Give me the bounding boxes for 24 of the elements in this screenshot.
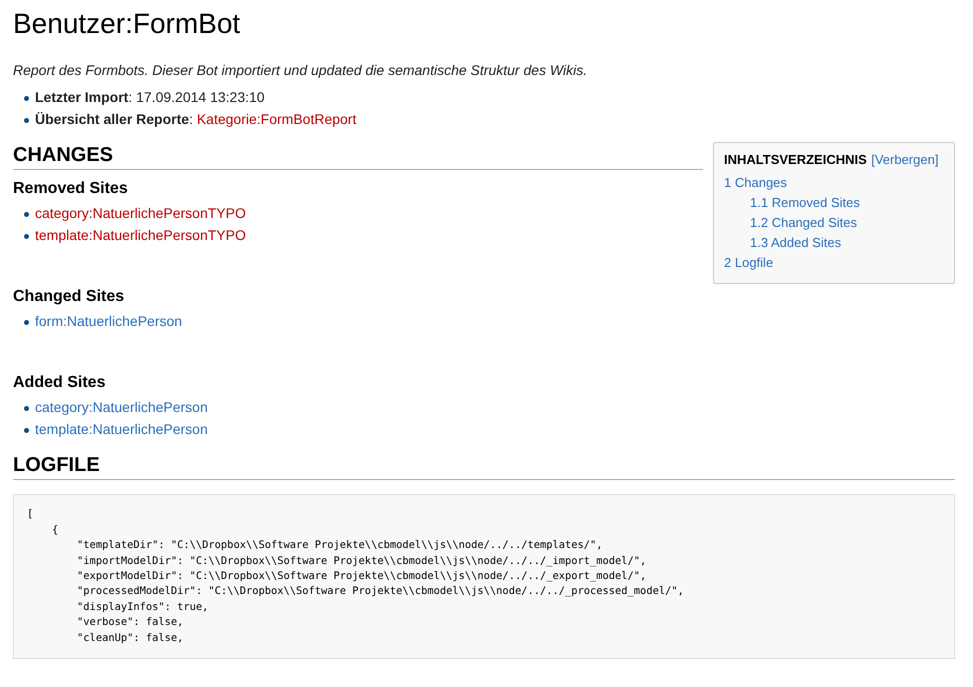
fact-text: Letzter Import: xyxy=(35,89,132,106)
intro-text: Report des Formbots. Dieser Bot importiert und updated die semantische Struktur des Wikis. xyxy=(13,62,588,78)
toc-title: INHALTSVERZEICHNIS xyxy=(724,152,867,168)
subsection-heading: Changed Sites xyxy=(13,288,124,306)
page-link[interactable]: template:NatuerlichePersonTYPO xyxy=(35,227,246,244)
subsection-heading: Added Sites xyxy=(13,374,106,392)
page-link[interactable]: form:NatuerlichePerson xyxy=(35,313,182,330)
toc-link[interactable]: 1.3 Added Sites xyxy=(724,233,842,254)
category-link[interactable]: Kategorie:FormBotReport xyxy=(196,111,356,128)
page-title: Benutzer:FormBot xyxy=(13,7,242,41)
toc-toggle-link[interactable]: [Verbergen] xyxy=(871,152,938,168)
toc-link[interactable]: 1.1 Removed Sites xyxy=(724,193,860,214)
toc-link[interactable]: 2 Logfile xyxy=(724,253,774,274)
logfile-code: [ { "templateDir": "C:\\Dropbox\\Software Projekte\\cbmodel\\js\\node/../../templates/", "importModelDir": "C:\\Dropbox\\Software Projekte\\cbmodel\\js\\node/../../_import_model/", "exportModelDir": "C:\\Dropbox\\Software Projekte\\cbmodel\\js\\node/../../_export_model/", "processedModelDir": "C:\\Dropbox\\Software Projekte\\cbmodel\\js\\node/../../_processed_model/", "displayInfos": true, "verbose": false, "cleanUp": false, xyxy=(13,494,955,660)
toc-link[interactable]: 1.2 Changed Sites xyxy=(724,213,857,234)
page-link[interactable]: category:NatuerlichePerson xyxy=(35,399,208,416)
fact-text: Übersicht aller Reporte: xyxy=(35,111,193,128)
fact-value: 17.09.2014 13:23:10 xyxy=(136,89,265,106)
page-link[interactable]: category:NatuerlichePersonTYPO xyxy=(35,205,246,222)
section-heading: LOGFILE xyxy=(13,454,955,480)
page-link[interactable]: template:NatuerlichePerson xyxy=(35,421,208,438)
toc-link[interactable]: 1 Changes xyxy=(724,173,787,194)
subsection-heading: Removed Sites xyxy=(13,180,128,198)
section-heading: CHANGES xyxy=(13,144,703,170)
